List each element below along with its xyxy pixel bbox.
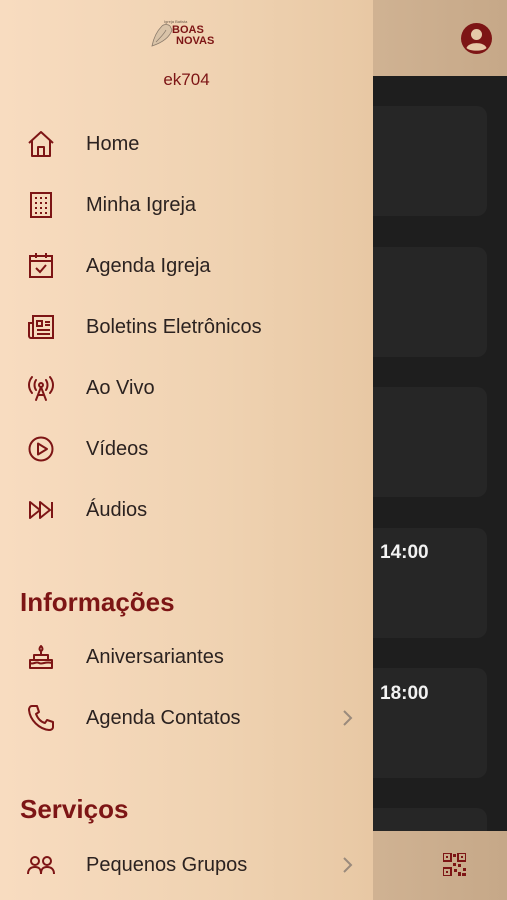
menu-item-audios[interactable]: Áudios <box>0 484 373 536</box>
menu-item-label: Agenda Contatos <box>86 706 241 729</box>
chevron-right-icon <box>340 856 354 874</box>
building-icon <box>26 190 56 220</box>
section-title-servicos: Serviços <box>20 794 129 824</box>
event-time: 14:00 <box>380 542 429 563</box>
section-title-informacoes: Informações <box>20 587 175 617</box>
phone-icon <box>26 703 56 733</box>
fast-forward-icon <box>26 495 56 525</box>
menu-item-home[interactable]: Home <box>0 118 373 170</box>
cake-icon <box>26 642 56 672</box>
menu-item-label: Vídeos <box>86 437 149 460</box>
svg-text:NOVAS: NOVAS <box>176 35 214 47</box>
user-id: ek704 <box>163 70 210 89</box>
menu-item-label: Ao Vivo <box>86 376 155 399</box>
chevron-right-icon <box>340 709 354 727</box>
menu-item-pequenos-grupos[interactable]: Pequenos Grupos <box>0 839 373 891</box>
home-icon <box>26 129 56 159</box>
menu-item-agenda-contatos[interactable]: Agenda Contatos <box>0 692 373 744</box>
menu-item-label: Minha Igreja <box>86 193 197 216</box>
menu-item-aniversariantes[interactable]: Aniversariantes <box>0 631 373 683</box>
menu-item-label: Áudios <box>86 498 148 521</box>
event-card[interactable] <box>373 106 487 216</box>
event-card[interactable] <box>373 387 487 497</box>
calendar-check-icon <box>26 251 56 281</box>
play-circle-icon <box>26 434 56 464</box>
profile-avatar-icon[interactable] <box>460 22 493 55</box>
menu-item-boletins[interactable]: Boletins Eletrônicos <box>0 301 373 353</box>
event-card[interactable] <box>373 247 487 357</box>
qr-code-icon[interactable] <box>443 853 466 876</box>
menu-item-minha-igreja[interactable]: Minha Igreja <box>0 179 373 231</box>
menu-item-label: Aniversariantes <box>86 645 224 668</box>
menu-item-label: Agenda Igreja <box>86 254 211 277</box>
menu-item-label: Home <box>86 132 140 155</box>
menu-item-agenda-igreja[interactable]: Agenda Igreja <box>0 240 373 292</box>
menu-item-ao-vivo[interactable]: Ao Vivo <box>0 362 373 414</box>
group-icon <box>26 850 56 880</box>
event-card[interactable] <box>373 808 487 831</box>
newspaper-icon <box>26 312 56 342</box>
broadcast-icon <box>26 373 56 403</box>
church-logo: Igreja Batista BOAS NOVAS <box>150 16 225 50</box>
event-time: 18:00 <box>380 683 429 704</box>
menu-item-label: Boletins Eletrônicos <box>86 315 262 338</box>
menu-item-label: Pequenos Grupos <box>86 853 248 876</box>
menu-item-videos[interactable]: Vídeos <box>0 423 373 475</box>
navigation-drawer: Igreja Batista BOAS NOVAS ek704 Home Min… <box>0 0 373 900</box>
